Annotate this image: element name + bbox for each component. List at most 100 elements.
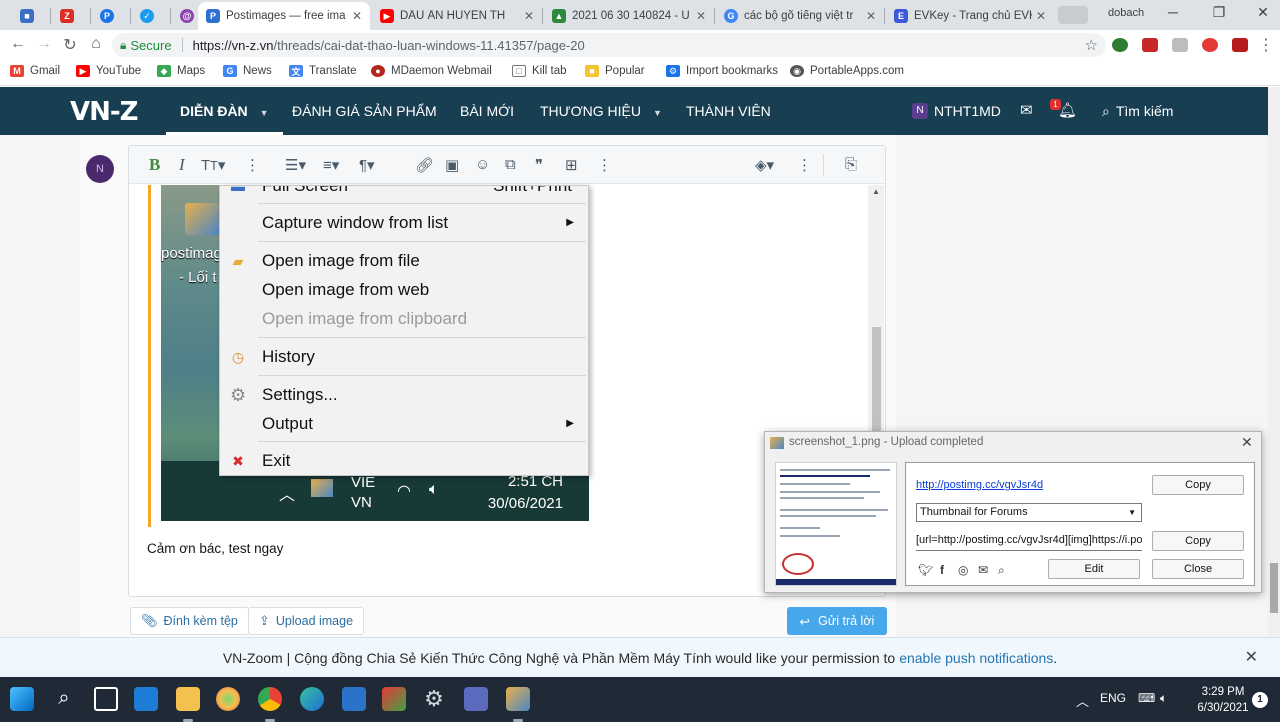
bookmark-kill-tab[interactable]: □ Kill tab [512, 65, 567, 77]
bookmark-mdaemon[interactable]: ● MDaemon Webmail [371, 65, 492, 77]
postimage-taskbar-icon[interactable] [506, 687, 530, 711]
extension-icon[interactable] [1202, 38, 1218, 52]
bookmark-import[interactable]: ⚙ Import bookmarks [666, 65, 778, 77]
quote-icon[interactable]: ❞ [535, 156, 543, 174]
menu-icon[interactable]: ⋮ [1254, 35, 1278, 55]
scrollbar-thumb[interactable] [872, 327, 881, 433]
bookmark-news[interactable]: G News [223, 65, 272, 77]
app-icon[interactable] [216, 687, 240, 711]
copy-link-button[interactable]: Copy [1152, 475, 1244, 495]
menu-item-capture-window[interactable]: Capture window from list ▶ [220, 209, 588, 237]
scroll-up-icon[interactable]: ▲ [872, 187, 880, 196]
tab-pinned-1[interactable]: ■ [12, 2, 48, 30]
minimize-icon[interactable]: ─ [1158, 4, 1188, 20]
more-options-icon[interactable]: ⋮ [245, 156, 260, 174]
site-logo[interactable]: VN-Z [70, 97, 139, 127]
menu-item-open-file[interactable]: ▰ Open image from file [220, 247, 588, 275]
link-icon[interactable]: 🔗︎ [415, 156, 434, 174]
attach-files-button[interactable]: 📎︎ Đính kèm tệp [130, 607, 249, 635]
restore-icon[interactable]: ❐ [1204, 4, 1234, 21]
forward-icon[interactable]: → [32, 35, 56, 53]
tab-youtube[interactable]: ▶ DẤU ẤN HUYỀN TH ✕ [372, 2, 542, 30]
nav-reviews[interactable]: ĐÁNH GIÁ SẢN PHẨM [292, 87, 437, 135]
nav-forum[interactable]: DIỄN ĐÀN ▼ [166, 87, 283, 135]
image-icon[interactable]: ▣ [445, 156, 459, 174]
close-icon[interactable]: ✕ [1241, 434, 1253, 451]
emoji-icon[interactable]: ☺ [475, 156, 490, 173]
tab-postimages[interactable]: P Postimages — free ima ✕ [198, 2, 370, 30]
tab-close-icon[interactable]: ✕ [696, 9, 706, 23]
format-select[interactable]: Thumbnail for Forums ▼ [916, 503, 1142, 522]
table-icon[interactable]: ⊞ [565, 156, 578, 174]
copy-code-button[interactable]: Copy [1152, 531, 1244, 551]
nav-brands[interactable]: THƯƠNG HIỆU ▼ [540, 87, 662, 135]
widgets-icon[interactable] [134, 687, 158, 711]
bell-icon[interactable]: 🔔︎ [1058, 87, 1077, 135]
bookmark-portableapps[interactable]: ◉ PortableApps.com [790, 65, 904, 77]
menu-item-exit[interactable]: ✖ Exit [220, 447, 588, 475]
bookmark-translate[interactable]: 文 Translate [289, 65, 357, 77]
start-icon[interactable] [10, 687, 34, 711]
preview-icon[interactable]: ⎘ [845, 156, 857, 173]
home-icon[interactable]: ⌂ [84, 35, 108, 53]
bookmark-youtube[interactable]: ▶ YouTube [76, 65, 141, 77]
bold-icon[interactable]: B [149, 155, 160, 175]
notification-badge[interactable]: 1 [1252, 692, 1268, 708]
twitter-icon[interactable]: 🐦︎ [918, 563, 933, 577]
extension-icon[interactable] [1232, 38, 1248, 52]
tab-close-icon[interactable]: ✕ [352, 9, 362, 23]
list-icon[interactable]: ☰▾ [285, 156, 306, 174]
file-explorer-icon[interactable] [176, 687, 200, 711]
bookmark-gmail[interactable]: M Gmail [10, 65, 60, 77]
facebook-icon[interactable]: f [940, 563, 944, 577]
extension-icon[interactable] [1172, 38, 1188, 52]
more-options-icon[interactable]: ⋮ [597, 156, 612, 174]
close-button[interactable]: Close [1152, 559, 1244, 579]
chevron-down-icon[interactable]: ▼ [260, 108, 269, 118]
settings-icon[interactable]: ⚙ [422, 687, 446, 711]
media-icon[interactable]: ⧉ [505, 156, 516, 173]
reply-avatar[interactable]: N [86, 155, 114, 183]
visibility-icon[interactable]: ◈▾ [755, 156, 774, 174]
task-view-icon[interactable] [94, 687, 118, 711]
tab-close-icon[interactable]: ✕ [866, 9, 876, 23]
tab-google-search[interactable]: G các bộ gõ tiếng việt tr ✕ [716, 2, 884, 30]
address-bar[interactable]: 🔒︎ Secure https://vn-z.vn /threads/cai-d… [112, 33, 1106, 57]
tab-vnzoom[interactable]: Z [52, 2, 88, 30]
back-icon[interactable]: ← [6, 35, 30, 53]
image-link[interactable]: http://postimg.cc/vgvJsr4d [916, 479, 1043, 491]
tab-close-icon[interactable]: ✕ [524, 9, 534, 23]
network-icon[interactable]: ⌨ [1138, 691, 1155, 705]
more-options-icon[interactable]: ⋮ [797, 156, 812, 174]
bookmark-popular[interactable]: ■ Popular [585, 65, 645, 77]
close-icon[interactable]: ✕ [1245, 647, 1258, 667]
app-icon[interactable] [464, 687, 488, 711]
nav-members[interactable]: THÀNH VIÊN [686, 87, 771, 135]
chevron-down-icon[interactable]: ▼ [653, 108, 662, 118]
align-icon[interactable]: ≡▾ [323, 156, 339, 174]
embed-code-field[interactable]: [url=http://postimg.cc/vgvJsr4d][img]htt… [916, 531, 1142, 551]
extension-icon[interactable] [1142, 38, 1158, 52]
menu-item-full-screen[interactable]: ▬ Full Screen Shift+Print [220, 186, 588, 200]
reddit-icon[interactable]: ◎ [958, 563, 968, 577]
edge-icon[interactable] [300, 687, 324, 711]
tab-evkey[interactable]: E EVKey - Trang chủ EVK ✕ [886, 2, 1054, 30]
search-button[interactable]: ⌕ Tìm kiếm [1102, 87, 1173, 135]
nav-username[interactable]: NTHT1MD [934, 87, 1001, 135]
nav-new-posts[interactable]: BÀI MỚI [460, 87, 514, 135]
taskbar-clock[interactable]: 3:29 PM 6/30/2021 [1190, 684, 1256, 716]
menu-item-history[interactable]: ◷ History [220, 343, 588, 371]
bookmark-star-icon[interactable]: ☆ [1085, 36, 1098, 54]
menu-item-open-web[interactable]: Open image from web [220, 276, 588, 304]
user-avatar[interactable]: N [912, 103, 928, 119]
window-profile-name[interactable]: dobach [1108, 7, 1144, 19]
italic-icon[interactable]: I [179, 155, 185, 175]
tab-pinned-3[interactable]: P [92, 2, 128, 30]
volume-icon[interactable]: 🔈︎ [1160, 691, 1167, 706]
language-indicator[interactable]: ENG [1100, 691, 1126, 705]
store-icon[interactable] [342, 687, 366, 711]
submit-reply-button[interactable]: ↩ Gửi trả lời [787, 607, 887, 635]
scrollbar-thumb[interactable] [1270, 563, 1278, 613]
bookmark-maps[interactable]: ◆ Maps [157, 65, 205, 77]
inbox-icon[interactable]: ✉ [1020, 87, 1033, 135]
